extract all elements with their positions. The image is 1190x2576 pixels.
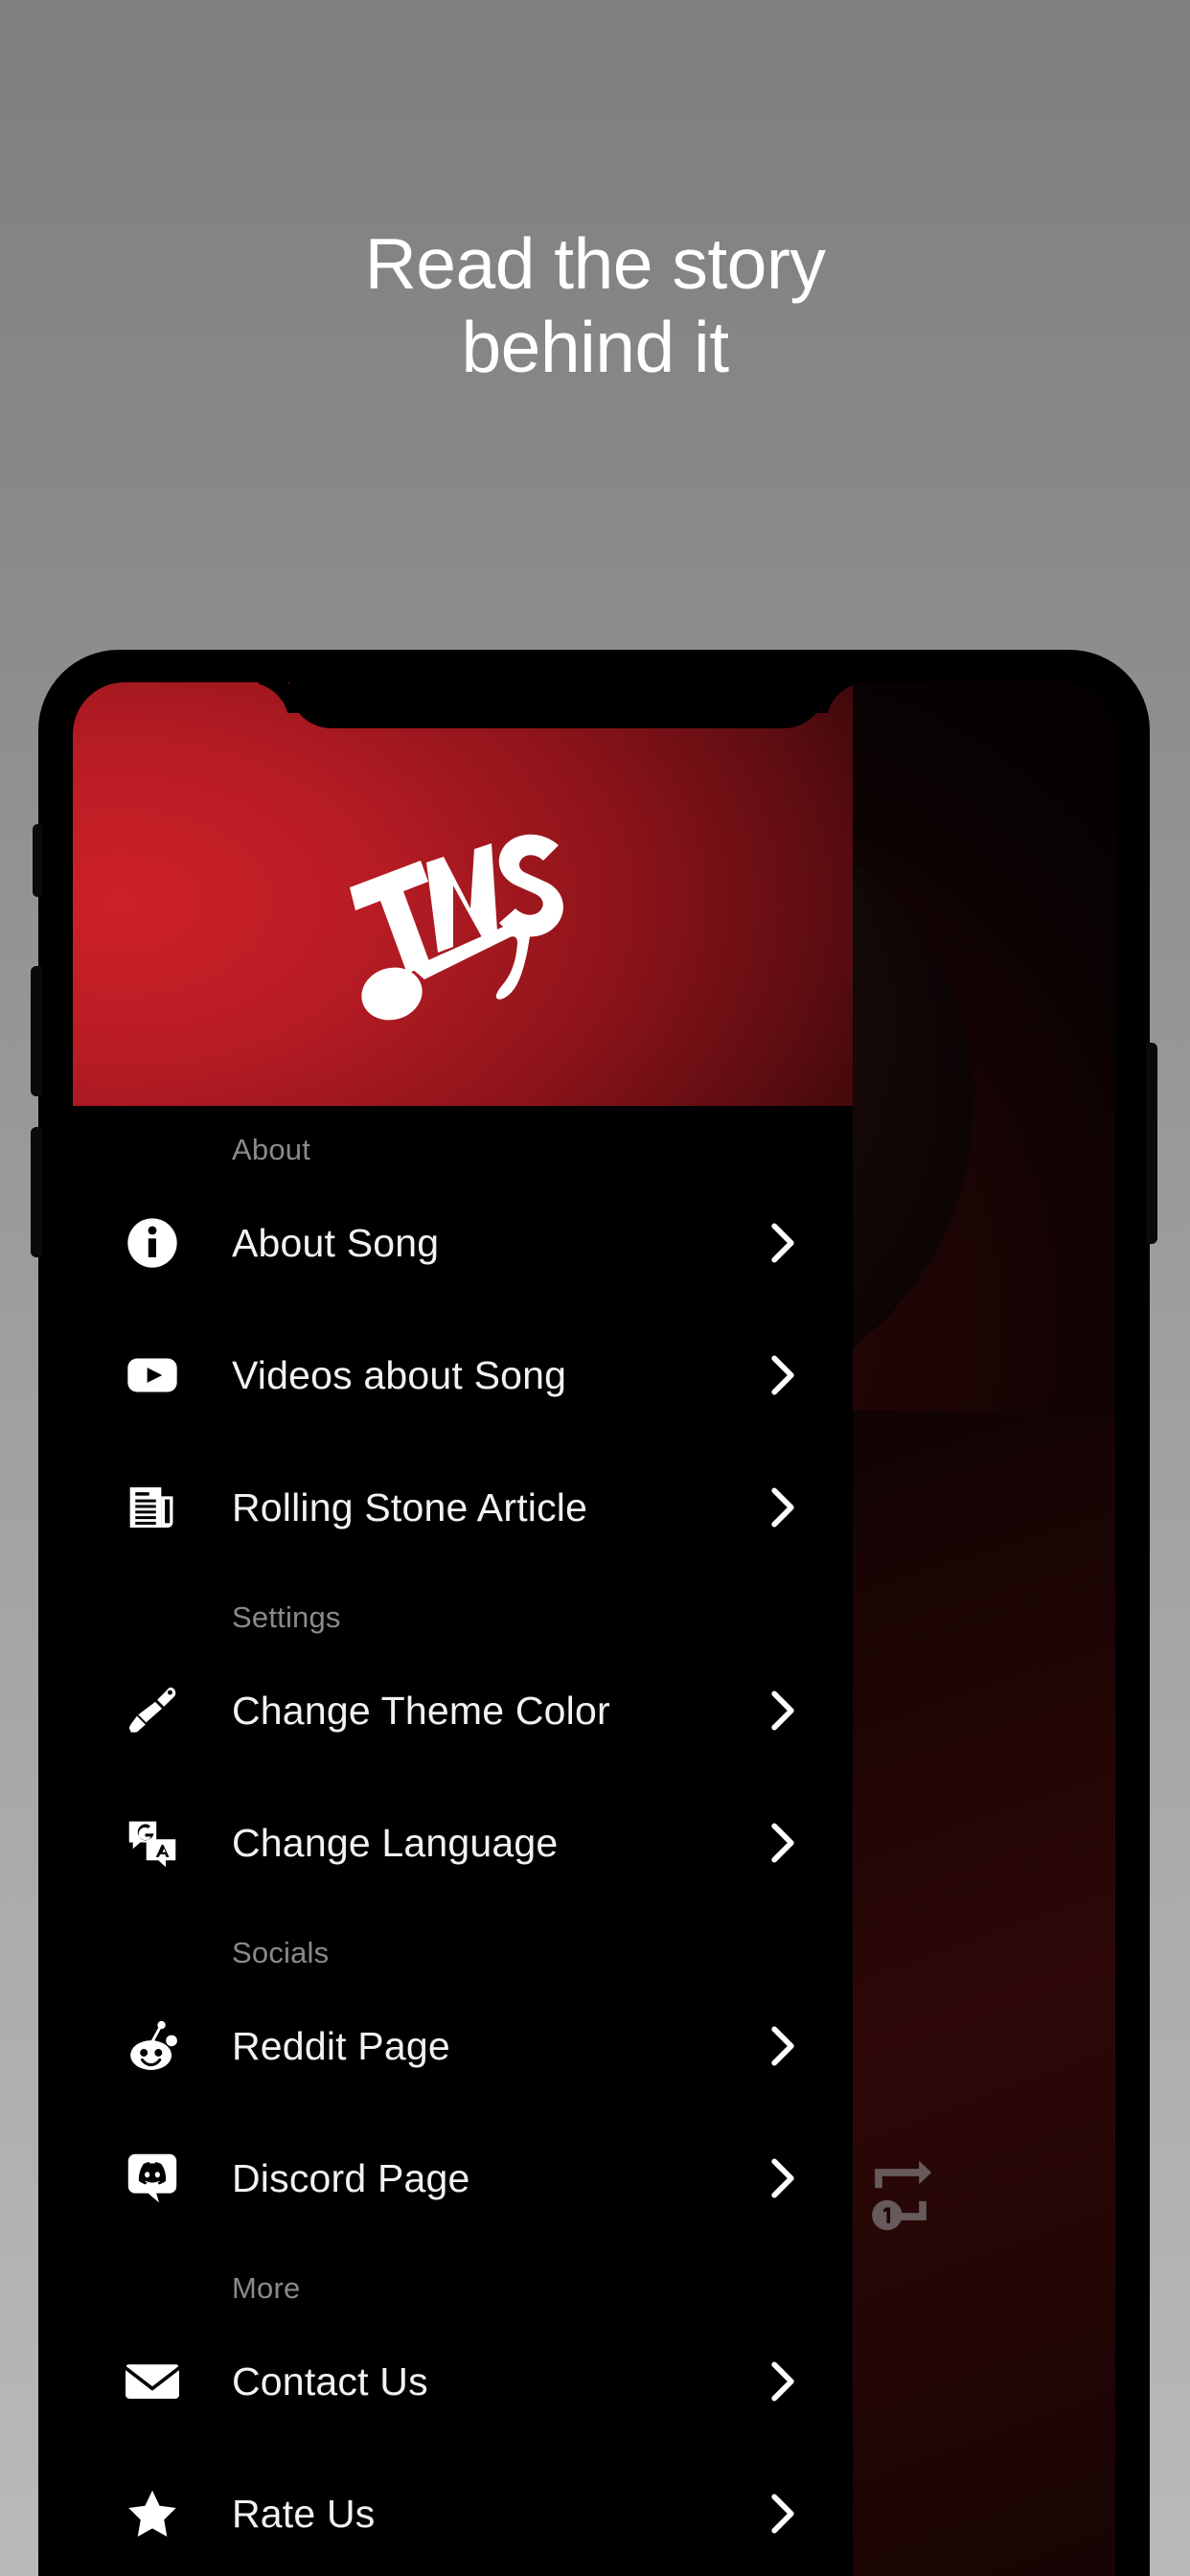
section-label-more: More: [232, 2271, 301, 2305]
navigation-drawer: About About Song Videos about Song Rolli…: [73, 682, 853, 2576]
article-icon: [73, 1481, 232, 1534]
phone-screen: About About Song Videos about Song Rolli…: [73, 682, 1115, 2576]
youtube-play-icon: [73, 1348, 232, 1402]
menu-item-videos-about-song[interactable]: Videos about Song: [73, 1309, 853, 1441]
chevron-right-icon: [761, 1354, 805, 1396]
menu-item-reddit-page[interactable]: Reddit Page: [73, 1980, 853, 2112]
discord-icon: [73, 2151, 232, 2205]
chevron-right-icon: [761, 2157, 805, 2199]
volume-up-button[interactable]: [31, 966, 42, 1096]
menu-item-label: Videos about Song: [232, 1352, 567, 1397]
screen-notch: [289, 682, 826, 728]
star-icon: [73, 2487, 232, 2541]
chevron-right-icon: [761, 1690, 805, 1732]
section-label-about: About: [232, 1133, 311, 1166]
menu-item-rate-us[interactable]: Rate Us: [73, 2448, 853, 2576]
menu-item-change-language[interactable]: Change Language: [73, 1777, 853, 1909]
chevron-right-icon: [761, 2025, 805, 2067]
menu-item-contact-us[interactable]: Contact Us: [73, 2315, 853, 2448]
headline-line-1: Read the story: [364, 223, 826, 304]
menu-item-label: Change Language: [232, 1820, 559, 1865]
menu-item-discord-page[interactable]: Discord Page: [73, 2112, 853, 2244]
reddit-icon: [73, 2019, 232, 2073]
headline-line-2: behind it: [461, 307, 729, 387]
menu-item-rolling-stone-article[interactable]: Rolling Stone Article: [73, 1441, 853, 1574]
repeat-one-icon[interactable]: [857, 2150, 945, 2239]
menu-item-label: Change Theme Color: [232, 1688, 610, 1733]
chevron-right-icon: [761, 1822, 805, 1864]
chevron-right-icon: [761, 2493, 805, 2535]
menu-item-label: Discord Page: [232, 2155, 470, 2200]
info-circle-icon: [73, 1216, 232, 1270]
screenshot-root: Read the story behind it About About Son…: [0, 0, 1190, 2576]
menu-item-label: Rate Us: [232, 2491, 376, 2536]
section-label-settings: Settings: [232, 1600, 341, 1634]
power-button[interactable]: [1146, 1043, 1157, 1244]
chevron-right-icon: [761, 1486, 805, 1529]
chevron-right-icon: [761, 2360, 805, 2403]
menu-item-label: Rolling Stone Article: [232, 1484, 588, 1530]
page-title: Read the story behind it: [0, 222, 1190, 389]
chevron-right-icon: [761, 1222, 805, 1264]
section-label-socials: Socials: [232, 1936, 330, 1969]
phone-device-mockup: About About Song Videos about Song Rolli…: [31, 650, 1157, 2576]
menu-item-label: Contact Us: [232, 2358, 428, 2404]
paintbrush-icon: [73, 1684, 232, 1737]
envelope-icon: [73, 2355, 232, 2408]
tms-music-note-logo: [319, 828, 606, 1029]
drawer-header: [73, 682, 853, 1106]
menu-item-about-song[interactable]: About Song: [73, 1177, 853, 1309]
volume-down-button[interactable]: [31, 1127, 42, 1257]
menu-item-label: Reddit Page: [232, 2023, 450, 2068]
google-translate-icon: [73, 1816, 232, 1870]
menu-item-label: About Song: [232, 1220, 440, 1265]
silent-switch[interactable]: [33, 824, 42, 897]
drawer-menu-list: About About Song Videos about Song Rolli…: [73, 1106, 853, 2576]
menu-item-change-theme-color[interactable]: Change Theme Color: [73, 1644, 853, 1777]
